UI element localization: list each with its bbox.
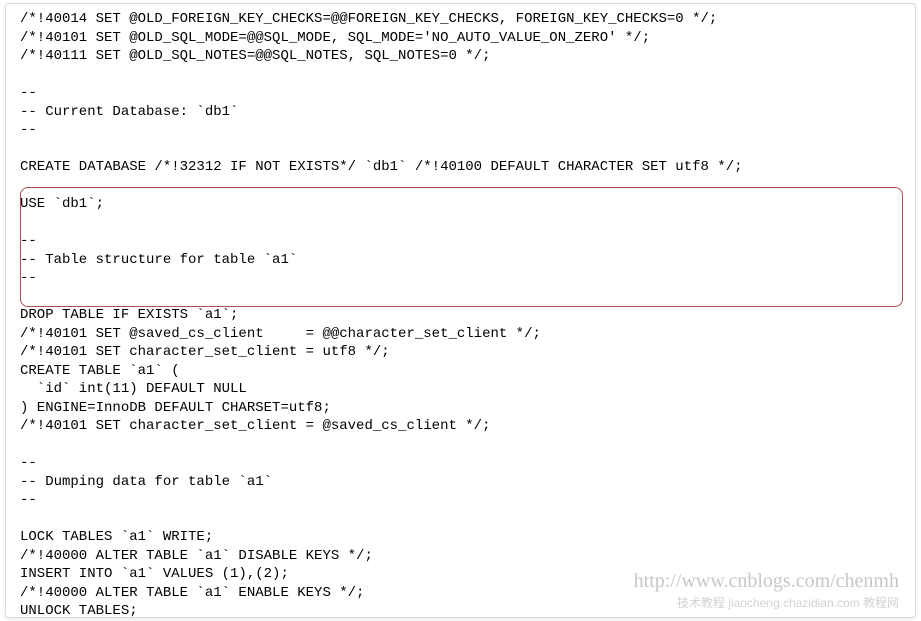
sql-dump-content: /*!40014 SET @OLD_FOREIGN_KEY_CHECKS=@@F…: [20, 10, 901, 611]
code-card: /*!40014 SET @OLD_FOREIGN_KEY_CHECKS=@@F…: [5, 3, 916, 618]
